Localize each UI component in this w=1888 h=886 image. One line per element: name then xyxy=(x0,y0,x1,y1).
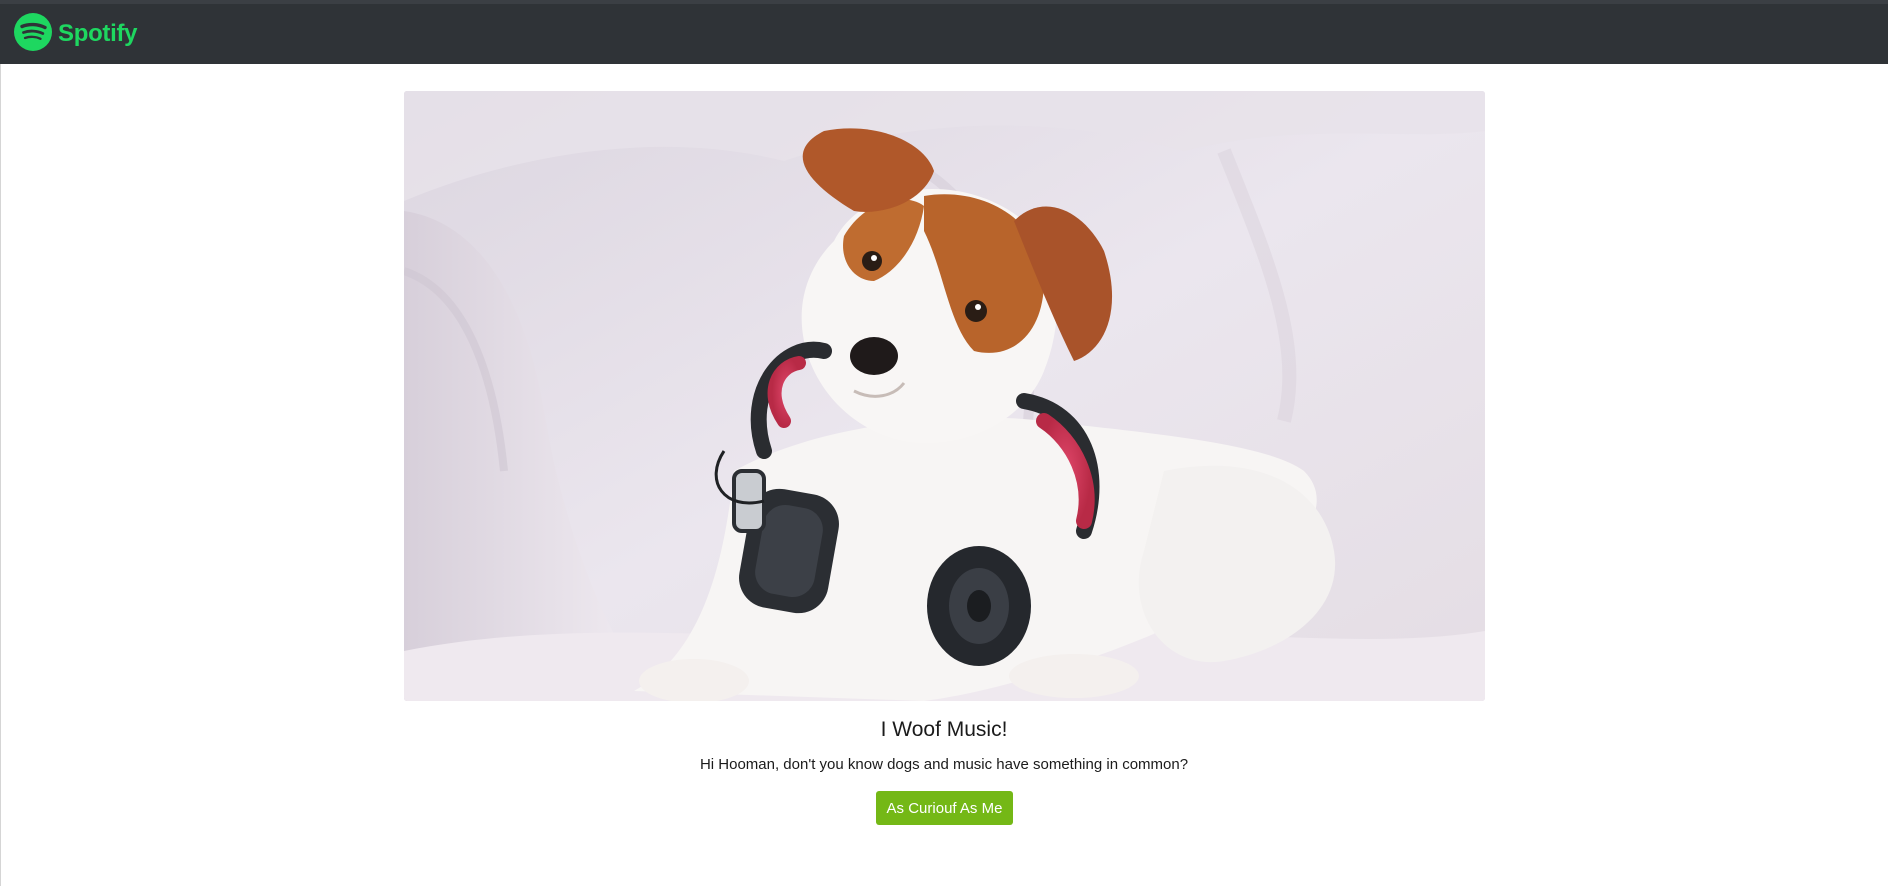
page-subtitle: Hi Hooman, don't you know dogs and music… xyxy=(699,756,1189,773)
brand-link[interactable]: Spotify xyxy=(14,12,138,56)
hero-image xyxy=(404,91,1485,701)
curious-cta-button[interactable]: As Curiouf As Me xyxy=(876,791,1013,825)
brand-name: Spotify xyxy=(58,20,138,47)
navbar: Spotify xyxy=(0,4,1888,64)
page-title: I Woof Music! xyxy=(880,718,1008,741)
spotify-logo-icon xyxy=(14,12,52,56)
dog-with-headphones-photo xyxy=(404,91,1485,701)
